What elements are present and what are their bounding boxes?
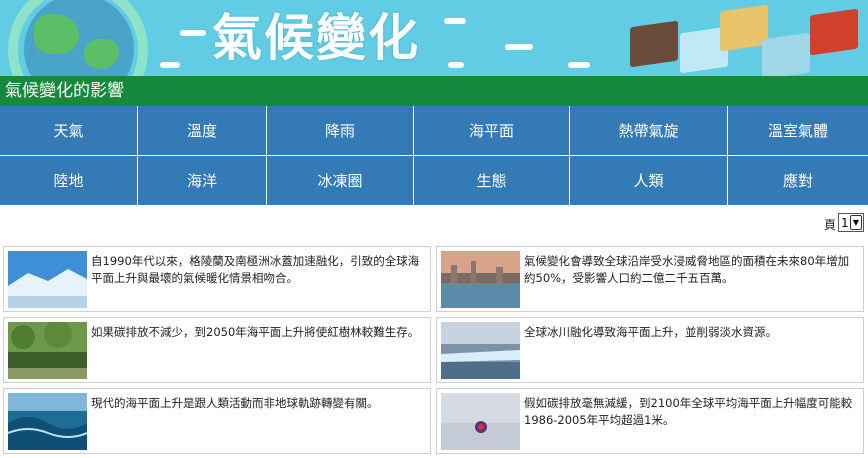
pager: 頁 1 ▼ xyxy=(0,206,868,246)
section-title: 氣候變化的影響 xyxy=(0,76,868,106)
nav-item-rainfall[interactable]: 降雨 xyxy=(267,106,414,156)
topic-nav: 天氣 溫度 降雨 海平面 熱帶氣旋 溫室氣體 陸地 海洋 冰凍圈 生態 人類 應… xyxy=(0,106,868,206)
nav-item-ecology[interactable]: 生態 xyxy=(414,156,570,206)
flood-buoy-thumbnail xyxy=(441,393,520,450)
article-card[interactable]: 自1990年代以來，格陵蘭及南極洲冰蓋加速融化，引致的全球海平面上升與最壞的氣候… xyxy=(3,246,431,312)
nav-item-ocean[interactable]: 海洋 xyxy=(138,156,267,206)
article-text: 假如碳排放毫無減緩，到2100年全球平均海平面上升幅度可能較1986-2005年… xyxy=(524,396,853,427)
mangrove-thumbnail xyxy=(8,322,87,379)
article-text: 自1990年代以來，格陵蘭及南極洲冰蓋加速融化，引致的全球海平面上升與最壞的氣候… xyxy=(91,254,420,285)
article-text: 氣候變化會導致全球沿岸受水浸威脅地區的面積在未來80年增加約50%，受影響人口約… xyxy=(524,254,850,285)
nav-item-response[interactable]: 應對 xyxy=(728,156,868,206)
article-card[interactable]: 假如碳排放毫無減緩，到2100年全球平均海平面上升幅度可能較1986-2005年… xyxy=(436,388,864,454)
nav-item-tropical-cyclone[interactable]: 熱帶氣旋 xyxy=(570,106,728,156)
coastal-city-thumbnail xyxy=(441,251,520,308)
nav-item-cryosphere[interactable]: 冰凍圈 xyxy=(267,156,414,206)
banner-title: 氣候變化 xyxy=(212,9,420,67)
page-select[interactable]: 1 ▼ xyxy=(838,213,864,232)
wave-thumbnail xyxy=(8,393,87,450)
flood-cube-icon xyxy=(762,32,810,76)
globe-icon xyxy=(24,0,134,76)
nav-item-human[interactable]: 人類 xyxy=(570,156,728,206)
chevron-down-icon: ▼ xyxy=(850,215,862,230)
article-card[interactable]: 全球冰川融化導致海平面上升，並削弱淡水資源。 xyxy=(436,317,864,383)
article-text: 全球冰川融化導致海平面上升，並削弱淡水資源。 xyxy=(524,325,777,339)
article-text: 如果碳排放不減少，到2050年海平面上升將使紅樹林較難生存。 xyxy=(91,325,420,339)
nav-item-weather[interactable]: 天氣 xyxy=(0,106,138,156)
pager-label: 頁 xyxy=(823,218,836,232)
nav-item-temperature[interactable]: 溫度 xyxy=(138,106,267,156)
header-banner: 氣候變化 xyxy=(0,0,868,76)
drought-cube-icon xyxy=(720,4,768,52)
article-card[interactable]: 如果碳排放不減少，到2050年海平面上升將使紅樹林較難生存。 xyxy=(3,317,431,383)
article-card[interactable]: 氣候變化會導致全球沿岸受水浸威脅地區的面積在未來80年增加約50%，受影響人口約… xyxy=(436,246,864,312)
page-select-value: 1 xyxy=(841,215,849,230)
glacier-thumbnail xyxy=(8,251,87,308)
tornado-cube-icon xyxy=(630,20,678,68)
ice-shelf-thumbnail xyxy=(441,322,520,379)
nav-item-sea-level[interactable]: 海平面 xyxy=(414,106,570,156)
article-text: 現代的海平面上升是跟人類活動而非地球軌跡轉變有關。 xyxy=(91,396,379,410)
nav-item-greenhouse-gas[interactable]: 溫室氣體 xyxy=(728,106,868,156)
nav-item-land[interactable]: 陸地 xyxy=(0,156,138,206)
article-card[interactable]: 現代的海平面上升是跟人類活動而非地球軌跡轉變有關。 xyxy=(3,388,431,454)
wildfire-cube-icon xyxy=(810,8,858,56)
